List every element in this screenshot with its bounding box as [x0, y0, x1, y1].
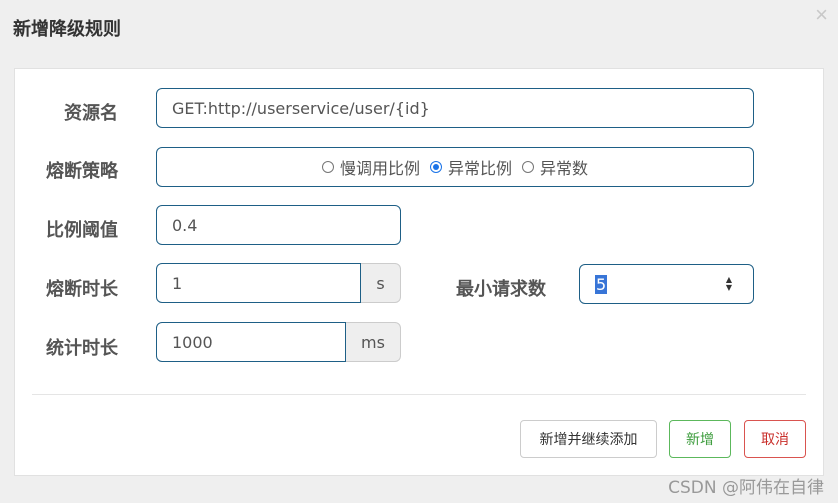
- radio-label-exception-ratio: 异常比例: [447, 159, 512, 178]
- min-requests-input-value: 5: [595, 274, 608, 294]
- resource-input-value: GET:http://userservice/user/{id}: [172, 98, 430, 118]
- close-icon[interactable]: ×: [815, 2, 828, 28]
- watermark: CSDN @阿伟在自律: [668, 478, 824, 498]
- radio-option-exception-count[interactable]: 异常数: [522, 155, 588, 179]
- radio-exception-count[interactable]: [522, 161, 534, 173]
- radio-option-slow-call-ratio[interactable]: 慢调用比例: [321, 155, 420, 179]
- stat-duration-label: 统计时长: [46, 338, 118, 359]
- resource-input[interactable]: GET:http://userservice/user/{id}: [156, 88, 754, 128]
- radio-option-exception-ratio[interactable]: 异常比例: [429, 155, 512, 179]
- add-button[interactable]: 新增: [669, 420, 731, 458]
- stat-duration-input-value: 1000: [172, 332, 213, 352]
- stat-duration-input[interactable]: 1000: [156, 322, 346, 362]
- dialog-title: 新增降级规则: [13, 19, 121, 40]
- number-spinner-icon[interactable]: ▲ ▼: [723, 276, 735, 292]
- strategy-label: 熔断策略: [46, 161, 118, 182]
- cancel-button[interactable]: 取消: [744, 420, 806, 458]
- min-requests-input[interactable]: 5 ▲ ▼: [579, 264, 754, 304]
- add-and-continue-button[interactable]: 新增并继续添加: [520, 420, 657, 458]
- radio-label-slow-call-ratio: 慢调用比例: [339, 159, 420, 178]
- duration-label: 熔断时长: [46, 279, 118, 300]
- radio-label-exception-count: 异常数: [540, 159, 589, 178]
- duration-input-value: 1: [172, 273, 183, 293]
- duration-input[interactable]: 1: [156, 263, 361, 303]
- ratio-input[interactable]: 0.4: [156, 205, 401, 245]
- divider: [32, 394, 806, 395]
- ratio-label: 比例阈值: [46, 220, 118, 241]
- radio-slow-call-ratio[interactable]: [321, 161, 334, 173]
- stat-duration-unit-addon: ms: [346, 322, 401, 362]
- radio-exception-ratio[interactable]: [429, 161, 442, 173]
- ratio-input-value: 0.4: [172, 215, 198, 235]
- resource-label: 资源名: [64, 103, 118, 124]
- strategy-radio-group: 慢调用比例 异常比例 异常数: [156, 147, 754, 187]
- min-requests-label: 最小请求数: [456, 279, 546, 300]
- spinner-down-icon[interactable]: ▼: [726, 284, 732, 292]
- duration-unit-addon: s: [361, 263, 401, 303]
